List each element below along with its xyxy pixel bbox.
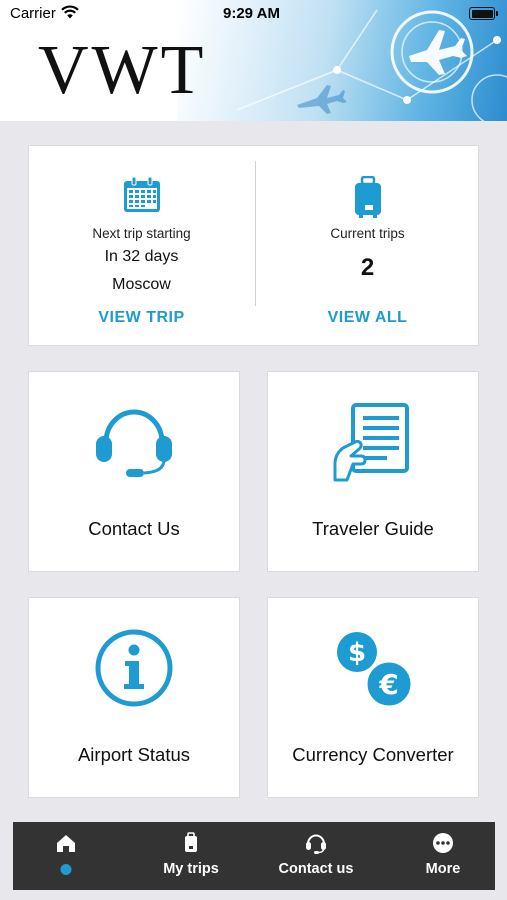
currency-icon: $ €: [331, 628, 415, 713]
view-trip-link[interactable]: VIEW TRIP: [29, 309, 254, 327]
tab-my-trips[interactable]: My trips: [131, 822, 251, 890]
headset-icon: [92, 402, 176, 483]
home-icon: [55, 832, 77, 859]
next-trip-label: Next trip starting: [92, 226, 191, 241]
guide-document-icon: [331, 402, 415, 487]
contact-us-tile[interactable]: Contact Us: [28, 371, 240, 572]
currency-converter-label: Currency Converter: [292, 744, 454, 765]
tab-more-label: More: [425, 861, 461, 877]
clock: 9:29 AM: [223, 5, 280, 22]
currency-converter-tile[interactable]: $ € Currency Converter: [267, 597, 479, 798]
carrier-label: Carrier: [10, 5, 56, 22]
battery-icon: [469, 7, 498, 20]
contact-us-label: Contact Us: [88, 518, 180, 539]
current-trips-count: 2: [360, 254, 375, 281]
wifi-icon: [60, 4, 80, 24]
next-trip-section: Next trip starting In 32 days Moscow VIE…: [29, 146, 254, 347]
view-all-link[interactable]: VIEW ALL: [255, 309, 480, 327]
tab-contact-us-label: Contact us: [278, 861, 354, 877]
tab-more[interactable]: More: [391, 822, 495, 890]
tab-my-trips-label: My trips: [163, 861, 219, 877]
svg-text:$: $: [348, 638, 366, 668]
tab-contact-us[interactable]: Contact us: [251, 822, 381, 890]
airport-status-label: Airport Status: [77, 744, 191, 765]
airport-status-tile[interactable]: Airport Status: [28, 597, 240, 798]
current-trips-section: Current trips 2 VIEW ALL: [255, 146, 480, 347]
current-trips-label: Current trips: [330, 226, 405, 241]
selected-indicator: [60, 864, 71, 875]
app-logo: VWT: [38, 32, 207, 109]
info-icon: [94, 628, 174, 713]
tab-home[interactable]: [13, 822, 118, 890]
traveler-guide-tile[interactable]: Traveler Guide: [267, 371, 479, 572]
luggage-icon: [353, 175, 383, 223]
luggage-icon: [183, 832, 199, 859]
more-icon: [432, 832, 454, 859]
traveler-guide-label: Traveler Guide: [312, 518, 434, 539]
tab-bar: My trips Contact us More: [13, 822, 495, 890]
trip-summary-card: Next trip starting In 32 days Moscow VIE…: [28, 145, 479, 346]
svg-text:€: €: [378, 668, 398, 701]
status-bar: Carrier 9:29 AM: [0, 0, 507, 28]
next-trip-destination: Moscow: [112, 276, 171, 293]
headset-icon: [304, 832, 328, 859]
calendar-icon: [122, 176, 162, 219]
next-trip-countdown: In 32 days: [104, 248, 179, 265]
